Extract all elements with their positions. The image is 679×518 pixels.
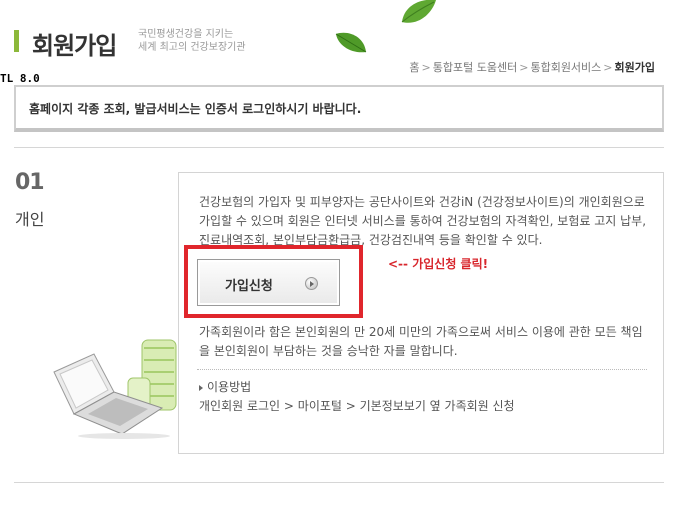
join-button-label: 가입신청 — [225, 279, 273, 294]
arrow-circle-icon — [305, 277, 318, 290]
content-box: 건강보험의 가입자 및 피부양자는 공단사이트와 건강iN (건강정보사이트)의… — [178, 172, 664, 454]
notice-box: 홈페이지 각종 조회, 발급서비스는 인증서 로그인하시기 바랍니다. — [14, 85, 664, 132]
usage-title-text: 이용방법 — [207, 380, 252, 394]
slogan: 국민평생건강을 지키는 세계 최고의 건강보장기관 — [138, 28, 246, 54]
page-title: 회원가입 — [32, 32, 117, 60]
leaf-icon — [401, 0, 436, 23]
breadcrumb-help-center[interactable]: 통합포털 도움센터 — [433, 61, 517, 74]
breadcrumb-home[interactable]: 홈 — [409, 61, 419, 74]
join-button[interactable]: 가입신청 — [197, 259, 340, 306]
divider — [14, 482, 664, 483]
slogan-line-2: 세계 최고의 건강보장기관 — [138, 42, 246, 53]
triangle-bullet-icon — [199, 384, 203, 391]
breadcrumb-separator: > — [603, 61, 613, 74]
family-note: 가족회원이라 함은 본인회원의 만 20세 미만의 가족으로써 서비스 이용에 … — [199, 325, 643, 358]
usage-title: 이용방법 — [199, 378, 251, 395]
notice-text: 홈페이지 각종 조회, 발급서비스는 인증서 로그인하시기 바랍니다. — [29, 102, 362, 116]
slogan-line-1: 국민평생건강을 지키는 — [138, 29, 234, 40]
laptop-illustration — [53, 339, 177, 439]
section-number: 01 — [15, 170, 45, 195]
member-description: 건강보험의 가입자 및 피부양자는 공단사이트와 건강iN (건강정보사이트)의… — [199, 195, 647, 247]
title-accent-bar — [14, 30, 19, 52]
tl-version-label: TL 8.0 — [0, 72, 40, 85]
click-annotation: <-- 가입신청 클릭! — [388, 257, 489, 271]
leaf-icon — [335, 32, 367, 53]
divider — [14, 147, 664, 148]
dotted-divider — [197, 369, 647, 370]
section-label: 개인 — [15, 210, 45, 229]
breadcrumb-member-service[interactable]: 통합회원서비스 — [530, 61, 601, 74]
breadcrumb: 홈 > 통합포털 도움센터 > 통합회원서비스 > 회원가입 — [409, 59, 655, 75]
usage-path: 개인회원 로그인 > 마이포털 > 기본정보보기 옆 가족회원 신청 — [199, 399, 515, 413]
breadcrumb-separator: > — [519, 61, 529, 74]
breadcrumb-separator: > — [421, 61, 431, 74]
breadcrumb-current: 회원가입 — [614, 61, 655, 74]
